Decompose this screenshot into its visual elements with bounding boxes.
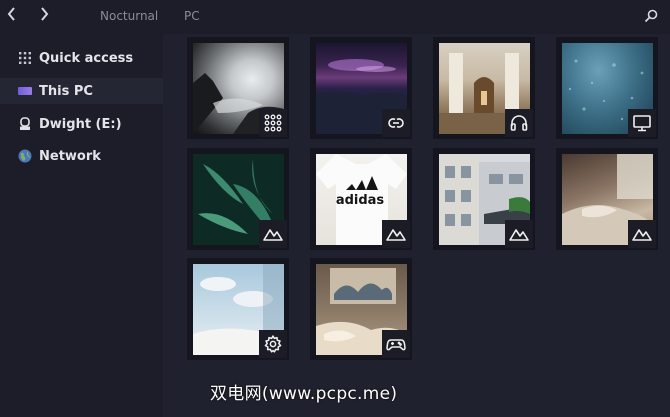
sidebar-item-network[interactable]: Network	[0, 143, 163, 169]
tile-ornate-hall[interactable]	[433, 37, 535, 139]
sidebar-item-label: Quick access	[39, 50, 134, 66]
tile-wave-poster-bed[interactable]	[310, 258, 412, 360]
monitor-icon	[633, 115, 651, 132]
tile-fern-leaves[interactable]	[187, 148, 289, 250]
adidas-logo-text: adidas	[336, 193, 385, 208]
tile-badge	[628, 109, 656, 137]
mountain-icon	[509, 229, 529, 241]
tile-badge	[382, 330, 410, 358]
back-button[interactable]	[4, 6, 20, 24]
sidebar-item-this-pc[interactable]: This PC	[0, 78, 163, 104]
apps-grid-icon	[264, 114, 282, 132]
breadcrumb-nocturnal[interactable]: Nocturnal	[100, 9, 158, 23]
chevron-left-icon	[7, 7, 15, 21]
tile-bedroom-window[interactable]	[556, 148, 658, 250]
tile-building-facade[interactable]	[433, 148, 535, 250]
chevron-right-icon	[41, 7, 49, 21]
grid-dots-icon	[19, 52, 31, 64]
gear-icon	[264, 335, 282, 353]
tile-sky-wall-room[interactable]	[187, 258, 289, 360]
tile-adidas-shirt[interactable]: adidas	[310, 148, 412, 250]
forward-button[interactable]	[36, 6, 52, 24]
tile-badge	[259, 330, 287, 358]
breadcrumb-pc[interactable]: PC	[184, 9, 200, 23]
sidebar-item-label: This PC	[39, 83, 93, 99]
sidebar: Quick access This PC Dwight (E:) Network	[0, 34, 163, 417]
mountain-icon	[386, 229, 406, 241]
sidebar-item-quick-access[interactable]: Quick access	[0, 45, 163, 71]
tile-badge	[259, 109, 287, 137]
tile-badge	[382, 109, 410, 137]
title-bar: Nocturnal PC	[0, 0, 670, 34]
monitor-icon	[18, 87, 32, 95]
mountain-icon	[632, 229, 652, 241]
link-icon	[388, 118, 404, 128]
tile-badge	[259, 220, 287, 248]
globe-icon	[18, 149, 32, 163]
search-icon[interactable]	[644, 9, 658, 23]
tile-purple-night-sea[interactable]	[310, 37, 412, 139]
sidebar-item-label: Network	[39, 148, 101, 164]
sidebar-item-label: Dwight (E:)	[39, 116, 122, 132]
usb-drive-icon	[20, 117, 30, 130]
watermark-text: 双电网(www.pcpc.me)	[210, 384, 398, 404]
sidebar-item-dwight-drive[interactable]: Dwight (E:)	[0, 111, 163, 137]
tile-badge	[382, 220, 410, 248]
tile-badge	[628, 220, 656, 248]
tile-badge	[505, 220, 533, 248]
headphones-icon	[510, 115, 528, 131]
gamepad-icon	[386, 339, 406, 351]
tile-badge	[505, 109, 533, 137]
tile-misty-mountains[interactable]	[187, 37, 289, 139]
tile-rain-window[interactable]	[556, 37, 658, 139]
mountain-icon	[263, 229, 283, 241]
